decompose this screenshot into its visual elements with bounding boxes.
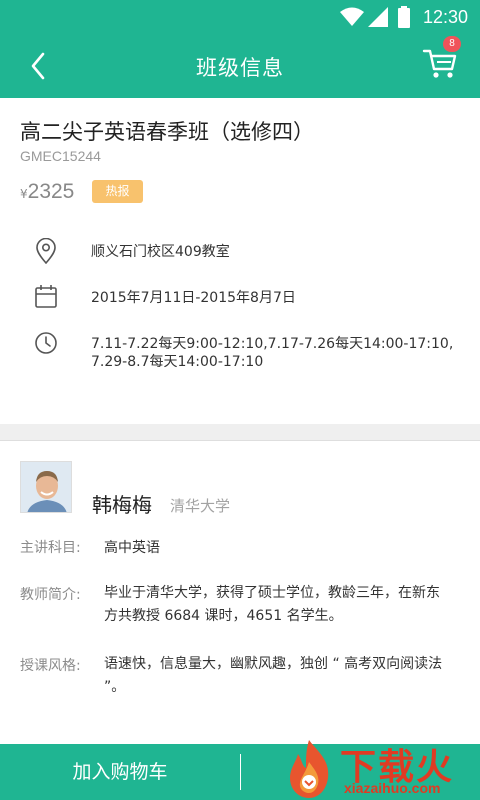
- date-text: 2015年7月11日-2015年8月7日: [91, 290, 296, 306]
- signal-icon: [368, 7, 388, 27]
- calendar-icon: [35, 285, 57, 308]
- battery-icon: [398, 6, 410, 28]
- intro-line-2: 方共教授 6684 课时，4651 名学生。: [104, 608, 343, 624]
- hot-tag: 热报: [92, 180, 143, 203]
- location-text: 顺义石门校区409教室: [91, 244, 230, 260]
- schedule-line-1: 7.11-7.22每天9:00-12:10,7.17-7.26每天14:00-1…: [91, 336, 454, 352]
- clock-icon: [35, 332, 57, 354]
- intro-line-1: 毕业于清华大学，获得了硕士学位，教龄三年，在新东: [104, 585, 440, 601]
- wifi-icon: [340, 7, 364, 26]
- teacher-name: 韩梅梅: [92, 493, 152, 517]
- currency-symbol: ¥: [20, 187, 28, 201]
- teacher-avatar[interactable]: [20, 461, 72, 513]
- page-title: 班级信息: [196, 56, 284, 80]
- course-code: GMEC15244: [20, 148, 101, 164]
- flame-logo-icon: [290, 740, 329, 798]
- add-to-cart-button[interactable]: 加入购物车: [0, 744, 240, 800]
- subject-label: 主讲科目:: [20, 540, 81, 556]
- app-bar: 班级信息 8: [0, 34, 480, 98]
- status-time: 12:30: [422, 7, 468, 27]
- intro-label: 教师简介:: [20, 587, 81, 603]
- price-value: 2325: [27, 180, 75, 203]
- course-card: 高二尖子英语春季班（选修四） GMEC15244 ¥2325 热报 顺义石门校区…: [0, 98, 480, 424]
- style-label: 授课风格:: [20, 658, 81, 674]
- subject-value: 高中英语: [104, 540, 160, 556]
- style-line-1: 语速快，信息量大，幽默风趣，独创 “ 高考双向阅读法: [104, 656, 443, 672]
- schedule-line-2: 7.29-8.7每天14:00-17:10: [91, 354, 264, 370]
- teacher-card: 韩梅梅 清华大学 主讲科目: 高中英语 教师简介: 毕业于清华大学，获得了硕士学…: [0, 440, 480, 744]
- course-name: 高二尖子英语春季班（选修四）: [20, 120, 314, 144]
- cart-badge: 8: [443, 36, 461, 52]
- status-bar: 12:30: [0, 0, 480, 34]
- watermark: 下载火 xiazaihuo.com: [284, 738, 480, 800]
- watermark-site: xiazaihuo.com: [344, 780, 441, 796]
- style-line-2: ”。: [104, 679, 126, 695]
- location-pin-icon: [36, 238, 56, 264]
- avatar-photo: [21, 462, 71, 512]
- course-price: ¥2325: [20, 180, 74, 204]
- teacher-school: 清华大学: [170, 497, 231, 515]
